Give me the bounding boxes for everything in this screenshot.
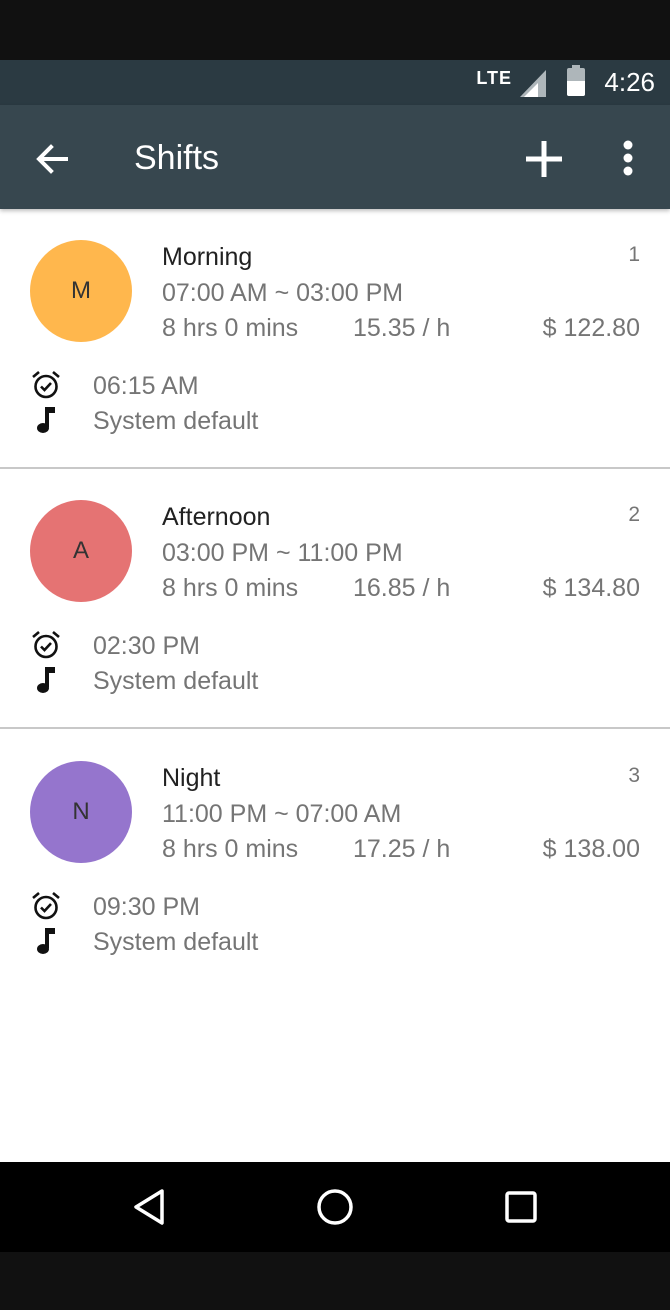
signal-strength-fill (524, 83, 538, 97)
add-shift-button[interactable] (520, 135, 568, 183)
music-note-icon (37, 407, 55, 433)
shift-total-pay: $ 134.80 (542, 574, 640, 602)
alarm-tone: System default (93, 928, 259, 956)
shift-rate: 15.35 / h (353, 314, 451, 342)
shift-card-afternoon[interactable]: A Afternoon 2 03:00 PM ~ 11:00 PM 8 hrs … (0, 469, 670, 729)
shift-total-pay: $ 138.00 (542, 835, 640, 863)
alarm-check-icon (32, 892, 60, 920)
alarm-check-icon (32, 631, 60, 659)
circle-home-icon (317, 1189, 353, 1225)
arrow-back-icon (36, 144, 68, 174)
square-recents-icon (505, 1191, 537, 1223)
music-note-icon (37, 667, 55, 693)
shift-avatar: A (30, 500, 132, 602)
top-black-bar (0, 0, 670, 60)
shift-name: Morning (162, 243, 253, 271)
shift-initial: A (72, 537, 89, 564)
shift-initial: N (72, 798, 90, 825)
shift-time-range: 03:00 PM ~ 11:00 PM (162, 539, 403, 567)
alarm-tone: System default (93, 667, 259, 695)
app-bar: Shifts (0, 105, 670, 209)
shift-index: 2 (628, 503, 640, 526)
nav-back-button[interactable] (124, 1182, 174, 1232)
battery-icon (567, 65, 585, 96)
page-title: Shifts (134, 139, 220, 177)
battery-level-fill (567, 81, 585, 96)
alarm-check-icon (32, 371, 60, 399)
plus-icon (526, 141, 562, 177)
shift-index: 3 (628, 764, 640, 787)
system-navigation-bar (0, 1162, 670, 1252)
alarm-time: 02:30 PM (93, 632, 201, 660)
shift-name: Afternoon (162, 503, 271, 531)
shift-duration: 8 hrs 0 mins (162, 574, 299, 602)
nav-home-button[interactable] (310, 1182, 360, 1232)
shift-index: 1 (628, 243, 640, 266)
alarm-time: 06:15 AM (93, 372, 199, 400)
shift-avatar: M (30, 240, 132, 342)
shift-time-range: 11:00 PM ~ 07:00 AM (162, 800, 402, 828)
shift-avatar: N (30, 761, 132, 863)
more-options-button[interactable] (610, 135, 646, 183)
shift-total-pay: $ 122.80 (542, 314, 640, 342)
shift-card-morning[interactable]: M Morning 1 07:00 AM ~ 03:00 PM 8 hrs 0 … (0, 209, 670, 469)
shift-list: M Morning 1 07:00 AM ~ 03:00 PM 8 hrs 0 … (0, 209, 670, 1162)
triangle-back-icon (134, 1189, 164, 1225)
alarm-time: 09:30 PM (93, 893, 201, 921)
shift-duration: 8 hrs 0 mins (162, 314, 299, 342)
music-note-icon (37, 928, 55, 954)
network-type-label: LTE (476, 68, 512, 88)
shift-time-range: 07:00 AM ~ 03:00 PM (162, 279, 404, 307)
shift-rate: 16.85 / h (353, 574, 451, 602)
back-button[interactable] (30, 137, 74, 181)
shift-card-night[interactable]: N Night 3 11:00 PM ~ 07:00 AM 8 hrs 0 mi… (0, 730, 670, 990)
shift-duration: 8 hrs 0 mins (162, 835, 299, 863)
alarm-tone: System default (93, 407, 259, 435)
more-vert-icon (623, 140, 633, 176)
shift-initial: M (71, 277, 91, 304)
shift-rate: 17.25 / h (353, 835, 451, 863)
shift-name: Night (162, 764, 221, 792)
status-time: 4:26 (604, 67, 655, 97)
nav-recents-button[interactable] (496, 1182, 546, 1232)
status-bar: LTE 4:26 (0, 60, 670, 105)
bottom-black-bar (0, 1252, 670, 1310)
